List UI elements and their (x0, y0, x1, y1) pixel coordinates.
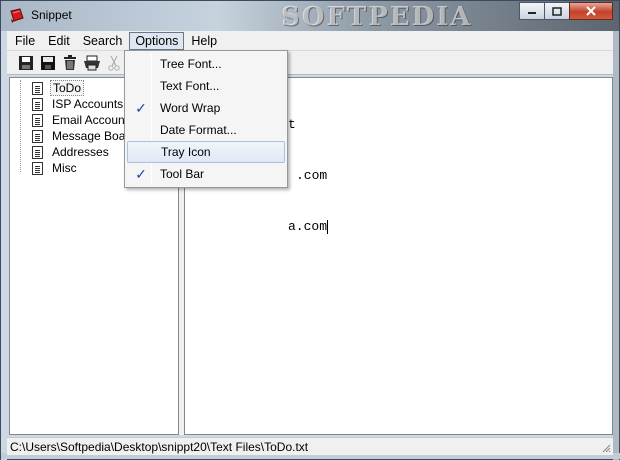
print-button[interactable] (81, 53, 103, 73)
resize-grip-icon[interactable] (601, 443, 611, 453)
minimize-button[interactable] (519, 2, 545, 20)
menu-item-tree-font[interactable]: Tree Font... (127, 53, 285, 75)
status-bar: C:\Users\Softpedia\Desktop\snippt20\Text… (7, 437, 613, 455)
menu-item-label: Word Wrap (160, 101, 221, 115)
window-border-left (1, 31, 7, 460)
document-icon (32, 81, 43, 95)
watermark: SOFTPEDIA (281, 2, 473, 32)
editor-line: a.com (288, 219, 328, 234)
menu-item-label: Date Format... (160, 123, 237, 137)
menu-options[interactable]: Options (129, 31, 185, 50)
menu-item-label: Tray Icon (161, 145, 211, 159)
menu-item-word-wrap[interactable]: ✓ Word Wrap (127, 97, 285, 119)
document-icon (32, 129, 43, 143)
window-border-right (613, 31, 619, 460)
window-title: Snippet (31, 8, 72, 22)
menu-item-date-format[interactable]: Date Format... (127, 119, 285, 141)
tree-item-label: Addresses (52, 145, 109, 159)
tree-item-label: ToDo (50, 80, 85, 96)
menu-bar: File Edit Search Options Help (7, 31, 613, 51)
delete-icon (64, 54, 76, 70)
tree-item-label: Misc (52, 161, 77, 175)
cut-button[interactable] (103, 53, 125, 73)
menu-item-label: Tree Font... (160, 57, 222, 71)
toolbar (7, 51, 613, 75)
menu-file[interactable]: File (9, 32, 41, 50)
document-icon (32, 161, 43, 175)
document-icon (32, 97, 43, 111)
checkmark-icon: ✓ (135, 100, 147, 116)
maximize-button[interactable] (544, 2, 570, 20)
title-bar[interactable]: Snippet SOFTPEDIA (1, 1, 619, 32)
delete-button[interactable] (59, 53, 81, 73)
document-icon (32, 113, 43, 127)
save-all-icon (41, 55, 55, 70)
caption-buttons (519, 2, 613, 20)
save-button[interactable] (15, 53, 37, 73)
close-icon (586, 6, 596, 16)
menu-item-tool-bar[interactable]: ✓ Tool Bar (127, 163, 285, 185)
menu-item-tray-icon[interactable]: Tray Icon (127, 141, 285, 163)
minimize-icon (528, 12, 536, 14)
cut-icon (108, 55, 120, 71)
tree-item-label: ISP Accounts (52, 97, 124, 111)
close-button[interactable] (569, 2, 613, 20)
menu-item-label: Tool Bar (160, 167, 205, 181)
maximize-icon (552, 6, 562, 16)
menu-search[interactable]: Search (77, 32, 129, 50)
checkmark-icon: ✓ (135, 166, 147, 182)
options-menu: Tree Font... Text Font... ✓ Word Wrap Da… (124, 50, 288, 188)
app-logo-icon (10, 8, 24, 23)
menu-edit[interactable]: Edit (42, 32, 76, 50)
save-all-button[interactable] (37, 53, 59, 73)
menu-item-label: Text Font... (160, 79, 220, 93)
menu-help[interactable]: Help (185, 32, 223, 50)
print-icon (84, 55, 100, 70)
save-icon (19, 55, 33, 70)
text-caret (327, 219, 329, 234)
document-icon (32, 145, 43, 159)
app-window: Snippet SOFTPEDIA File Edit Search Optio… (0, 0, 620, 460)
menu-item-text-font[interactable]: Text Font... (127, 75, 285, 97)
file-path: C:\Users\Softpedia\Desktop\snippt20\Text… (10, 439, 309, 454)
